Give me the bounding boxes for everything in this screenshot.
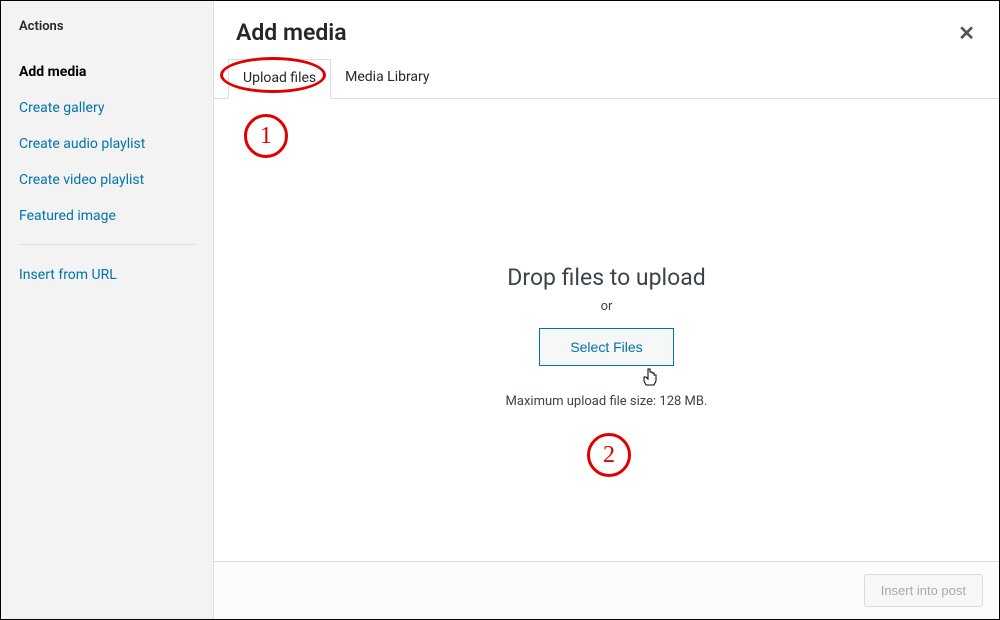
max-upload-text: Maximum upload file size: 128 MB. <box>506 394 708 409</box>
page-title: Add media <box>236 19 347 46</box>
sidebar-item-create-video-playlist[interactable]: Create video playlist <box>19 162 195 198</box>
or-text: or <box>601 299 613 314</box>
select-files-button[interactable]: Select Files <box>539 328 673 366</box>
tab-upload-files[interactable]: Upload files <box>228 59 331 99</box>
upload-area[interactable]: Drop files to upload or Select Files Max… <box>214 99 999 619</box>
footer-toolbar: Insert into post <box>214 561 999 619</box>
sidebar-divider <box>19 244 195 245</box>
sidebar-item-add-media[interactable]: Add media <box>19 54 195 90</box>
close-icon[interactable]: ✕ <box>956 19 977 47</box>
tabs-bar: Upload files Media Library <box>214 59 999 99</box>
tab-media-library[interactable]: Media Library <box>331 59 443 98</box>
main-panel: Add media ✕ Upload files Media Library D… <box>214 1 999 619</box>
sidebar-item-create-audio-playlist[interactable]: Create audio playlist <box>19 126 195 162</box>
sidebar-item-featured-image[interactable]: Featured image <box>19 198 195 234</box>
drop-files-title: Drop files to upload <box>507 264 705 291</box>
insert-into-post-button[interactable]: Insert into post <box>864 574 983 607</box>
sidebar-item-create-gallery[interactable]: Create gallery <box>19 90 195 126</box>
sidebar-item-insert-from-url[interactable]: Insert from URL <box>19 257 195 293</box>
actions-sidebar: Actions Add media Create gallery Create … <box>1 1 214 619</box>
sidebar-title: Actions <box>19 19 195 34</box>
